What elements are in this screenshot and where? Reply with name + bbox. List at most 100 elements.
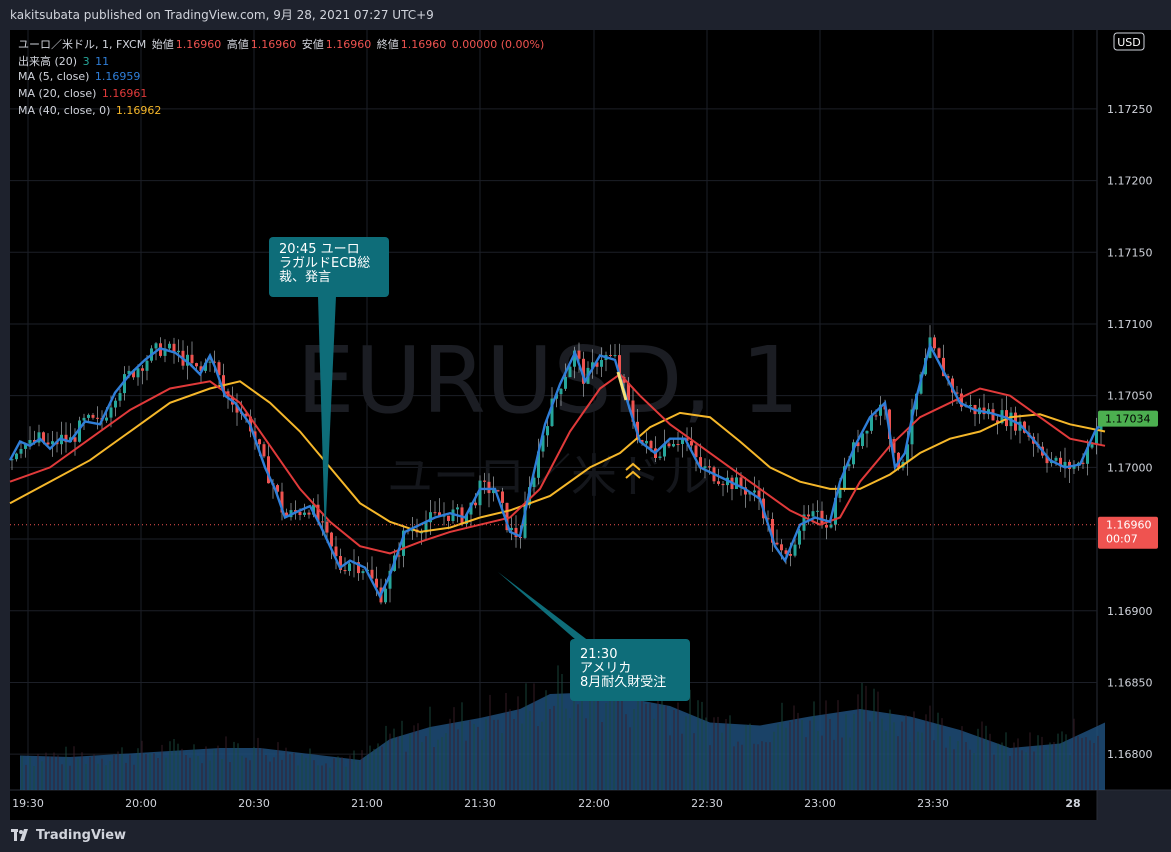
candle-body	[798, 530, 801, 545]
candle-body	[298, 511, 302, 515]
currency-badge-label: USD	[1117, 36, 1141, 49]
candle-body	[1090, 444, 1094, 448]
candle-body	[136, 368, 140, 378]
legend-close: 1.16960	[400, 38, 447, 51]
legend-volume[interactable]: 出来高 (20) 3 11	[18, 53, 111, 69]
price-tick-9: 1.16800	[1107, 748, 1153, 761]
candle-body	[154, 343, 158, 349]
candle-body	[177, 350, 180, 353]
callout-2-line2: アメリカ	[580, 661, 632, 676]
time-tick-2: 20:30	[238, 797, 270, 810]
candle-body	[811, 511, 815, 517]
candle-body	[348, 563, 351, 571]
candle-body	[969, 405, 972, 406]
price-tick-0: 1.17250	[1107, 103, 1153, 116]
candle-body	[483, 480, 486, 482]
candle-body	[303, 512, 306, 515]
candle-body	[96, 417, 99, 419]
legend-open: 1.16960	[175, 38, 222, 51]
candle-body	[91, 414, 95, 418]
price-tick-8: 1.16850	[1107, 676, 1153, 689]
last-price-value: 1.17034	[1105, 413, 1151, 426]
legend-ma5[interactable]: MA (5, close) 1.16959	[18, 70, 142, 83]
candle-body	[168, 343, 171, 349]
candle-body	[114, 400, 117, 408]
candle-body	[118, 393, 122, 401]
candle-body	[208, 361, 212, 363]
tradingview-logo-icon	[11, 829, 28, 841]
legend-ma20[interactable]: MA (20, close) 1.16961	[18, 87, 149, 100]
legend-ma40-value: 1.16962	[115, 104, 162, 117]
candle-body	[145, 360, 149, 371]
candle-body	[937, 348, 941, 358]
candle-body	[433, 512, 437, 514]
candle-body	[258, 439, 261, 445]
candle-body	[82, 417, 86, 421]
candle-body	[708, 466, 711, 468]
time-tick-3: 21:00	[351, 797, 383, 810]
candle-body	[753, 490, 756, 493]
candle-body	[703, 466, 707, 469]
candle-body	[775, 542, 779, 545]
legend-volume-label: 出来高 (20)	[18, 55, 78, 68]
legend-ma5-label: MA (5, close)	[18, 70, 90, 83]
currency-badge[interactable]: USD	[1113, 32, 1145, 51]
candle-body	[793, 544, 797, 556]
candle-body	[87, 414, 90, 418]
legend-close-label: 終値	[376, 38, 399, 51]
candle-body	[568, 366, 572, 378]
candle-body	[658, 456, 662, 458]
price-tick-7: 1.16900	[1107, 605, 1153, 618]
legend-volume-v1: 3	[82, 55, 90, 68]
candle-body	[816, 510, 819, 512]
time-tick-7: 23:00	[804, 797, 836, 810]
time-tick-1: 20:00	[125, 797, 157, 810]
callout-durable-goods[interactable]: 21:30 アメリカ 8月耐久財受注	[570, 639, 690, 701]
chart-root: kakitsubata published on TradingView.com…	[0, 0, 1171, 852]
candle-body	[649, 440, 653, 449]
candle-body	[105, 417, 108, 421]
last-price-tag: 1.17034	[1098, 410, 1158, 427]
time-tick-5: 22:00	[578, 797, 610, 810]
candle-body	[501, 491, 504, 503]
callout-1-line2: ラガルドECB総	[279, 256, 371, 271]
legend-high-label: 高値	[226, 38, 249, 51]
candle-body	[456, 507, 459, 510]
candle-body	[717, 481, 720, 484]
price-tick-4: 1.17050	[1107, 390, 1153, 403]
candle-body	[559, 388, 563, 395]
candle-body	[838, 489, 842, 498]
price-tick-1: 1.17200	[1107, 175, 1153, 188]
candle-body	[28, 440, 32, 444]
candle-body	[807, 514, 810, 517]
candle-body	[195, 363, 198, 367]
legend-high: 1.16960	[250, 38, 297, 51]
price-tick-3: 1.17100	[1107, 318, 1153, 331]
legend-ma5-value: 1.16959	[94, 70, 141, 83]
legend-change: 0.00000 (0.00%)	[451, 38, 545, 51]
candle-body	[321, 521, 324, 523]
candle-body	[721, 483, 725, 486]
candle-body	[600, 360, 603, 367]
candle-body	[19, 449, 23, 454]
candle-body	[672, 444, 675, 447]
price-chart[interactable]: EURUSD, 1 ユーロ／米ドル 1.172501.172001.171501…	[0, 0, 1171, 852]
legend-symbol: ユーロ／米ドル, 1, FXCM	[18, 38, 147, 51]
candle-body	[865, 430, 869, 434]
legend-low-label: 安値	[301, 38, 324, 51]
tradingview-logo[interactable]: TradingView	[11, 824, 126, 846]
callout-1-line3: 裁、発言	[279, 270, 332, 285]
candle-body	[474, 502, 477, 506]
candle-body	[874, 415, 878, 417]
candle-body	[307, 512, 311, 515]
candle-body	[343, 570, 347, 572]
legend-ma40[interactable]: MA (40, close, 0) 1.16962	[18, 104, 163, 117]
tradingview-logo-text: TradingView	[36, 827, 127, 843]
legend-ma20-value: 1.16961	[101, 87, 148, 100]
time-tick-0: 19:30	[12, 797, 44, 810]
candle-body	[645, 440, 648, 444]
callout-ecb-speech[interactable]: 20:45 ユーロ ラガルドECB総 裁、発言	[269, 237, 389, 297]
candle-body	[789, 554, 792, 556]
candle-body	[262, 444, 266, 457]
legend-volume-v2: 11	[95, 55, 110, 68]
